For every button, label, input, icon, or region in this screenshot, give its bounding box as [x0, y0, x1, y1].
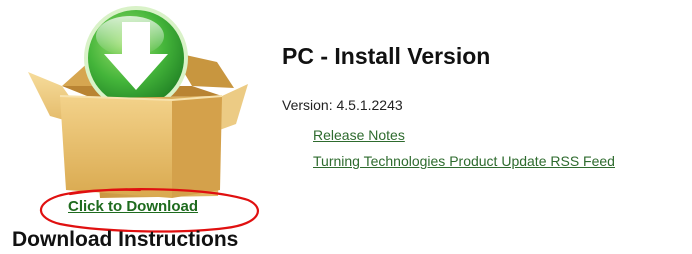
version-label: Version: — [282, 97, 333, 113]
download-instructions-heading: Download Instructions — [12, 228, 239, 251]
download-arrow-icon — [84, 6, 188, 110]
box-front-right — [172, 96, 222, 198]
version-info: Version: 4.5.1.2243 — [282, 97, 403, 113]
rss-feed-link[interactable]: Turning Technologies Product Update RSS … — [313, 148, 615, 174]
click-to-download-link[interactable]: Click to Download — [68, 198, 198, 215]
version-value: 4.5.1.2243 — [336, 97, 403, 113]
box-front — [60, 96, 172, 198]
page-title: PC - Install Version — [282, 43, 491, 69]
release-notes-link[interactable]: Release Notes — [313, 122, 615, 148]
download-box-icon[interactable] — [22, 0, 252, 198]
product-links: Release Notes Turning Technologies Produ… — [313, 122, 615, 174]
